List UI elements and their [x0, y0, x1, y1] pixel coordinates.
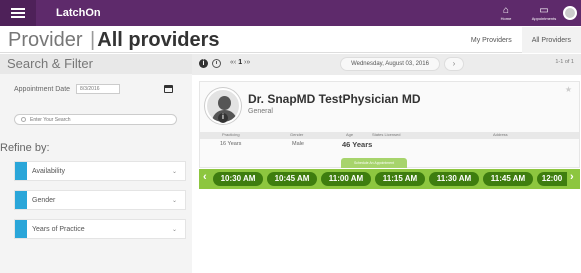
time-slot[interactable]: 10:45 AM	[267, 172, 317, 186]
time-slot[interactable]: 11:45 AM	[483, 172, 533, 186]
nav-appointments[interactable]: ▭ Appointments	[525, 0, 563, 26]
result-count: 1-1 of 1	[555, 59, 574, 65]
filter-label: Gender	[32, 196, 56, 204]
stat-header-practicing: Practicing	[222, 132, 240, 137]
appointment-date-field[interactable]: 8/3/2016	[76, 84, 121, 94]
page-title-current: All providers	[97, 29, 220, 51]
provider-info-icon[interactable]: i	[218, 113, 228, 123]
stat-header-gender: Gender	[290, 132, 304, 137]
chevron-down-icon: ⌄	[171, 197, 177, 204]
pager-current[interactable]: 1	[238, 59, 242, 66]
pagination: «‹ 1 ›»	[230, 59, 250, 66]
search-box[interactable]	[14, 114, 177, 125]
time-slot[interactable]: 11:30 AM	[429, 172, 479, 186]
calendar-icon: ▭	[539, 4, 549, 16]
refine-label: Refine by:	[0, 142, 50, 154]
time-slot[interactable]: 11:15 AM	[375, 172, 425, 186]
search-icon	[21, 117, 26, 122]
time-slot[interactable]: 11:00 AM	[321, 172, 371, 186]
chevron-down-icon: ⌄	[171, 168, 177, 175]
stat-practicing: 16 Years	[220, 141, 242, 147]
provider-stats-header: Practicing Gender Age States Licensed Ad…	[200, 132, 579, 139]
top-bar: LatchOn ⌂ Home ▭ Appointments	[0, 0, 581, 26]
provider-card[interactable]: i Dr. SnapMD TestPhysician MD General ★ …	[199, 81, 580, 168]
provider-specialty: General	[248, 108, 273, 115]
tab-my-providers[interactable]: My Providers	[461, 27, 522, 53]
filter-gender[interactable]: Gender ⌄	[14, 190, 186, 210]
filter-availability[interactable]: Availability ⌄	[14, 161, 186, 181]
filter-years-of-practice[interactable]: Years of Practice ⌄	[14, 219, 186, 239]
filter-panel: Search & Filter Appointment Date 8/3/201…	[0, 54, 192, 273]
brand-name: LatchOn	[56, 7, 101, 19]
page-header: Provider | All providers My Providers All…	[0, 27, 581, 53]
stat-age: 46 Years	[342, 140, 373, 149]
provider-stats: 16 Years Male 46 Years	[200, 140, 579, 153]
nav-appointments-label: Appointments	[531, 15, 557, 21]
stat-header-age: Age	[346, 132, 354, 137]
pager-next[interactable]: ›»	[244, 59, 250, 66]
page-title-section: Provider	[8, 29, 83, 51]
stat-gender: Male	[292, 141, 304, 147]
slots-prev-icon[interactable]: ‹	[203, 171, 207, 183]
filter-label: Availability	[32, 167, 65, 175]
stat-header-states-licensed: States Licensed	[372, 132, 401, 137]
tab-all-providers[interactable]: All Providers	[521, 27, 581, 53]
chevron-down-icon: ⌄	[171, 226, 177, 233]
user-avatar[interactable]	[563, 6, 577, 20]
filter-label: Years of Practice	[32, 225, 85, 233]
favorite-star-icon[interactable]: ★	[565, 85, 572, 94]
appointment-date-label: Appointment Date	[14, 85, 71, 93]
next-day-button[interactable]: ›	[444, 57, 464, 71]
pager-prev[interactable]: «‹	[230, 59, 236, 66]
time-slot-strip: ‹ 10:30 AM 10:45 AM 11:00 AM 11:15 AM 11…	[199, 169, 580, 189]
schedule-appointment-label: Schedule An Appointment	[341, 158, 407, 168]
time-slot[interactable]: 12:00	[537, 172, 567, 186]
hamburger-menu-icon[interactable]	[0, 0, 36, 26]
page-title-separator: |	[90, 29, 96, 51]
nav-home-label: Home	[500, 15, 512, 21]
provider-name[interactable]: Dr. SnapMD TestPhysician MD	[248, 92, 420, 106]
info-icon[interactable]: i	[199, 59, 208, 68]
calendar-icon[interactable]	[164, 85, 173, 93]
search-input[interactable]	[30, 116, 150, 123]
slots-next-icon[interactable]: ›	[570, 171, 574, 183]
time-slot[interactable]: 10:30 AM	[213, 172, 263, 186]
home-icon: ⌂	[502, 4, 510, 16]
clock-icon[interactable]	[212, 59, 221, 68]
nav-home[interactable]: ⌂ Home	[487, 0, 525, 26]
stat-header-address: Address	[493, 132, 508, 137]
filter-panel-title: Search & Filter	[0, 54, 192, 74]
results-toolbar: i «‹ 1 ›» Wednesday, August 03, 2016 › 1…	[192, 54, 581, 75]
date-display[interactable]: Wednesday, August 03, 2016	[340, 57, 440, 71]
main-content: i «‹ 1 ›» Wednesday, August 03, 2016 › 1…	[192, 54, 581, 273]
page-title: Provider | All providers	[8, 29, 220, 52]
